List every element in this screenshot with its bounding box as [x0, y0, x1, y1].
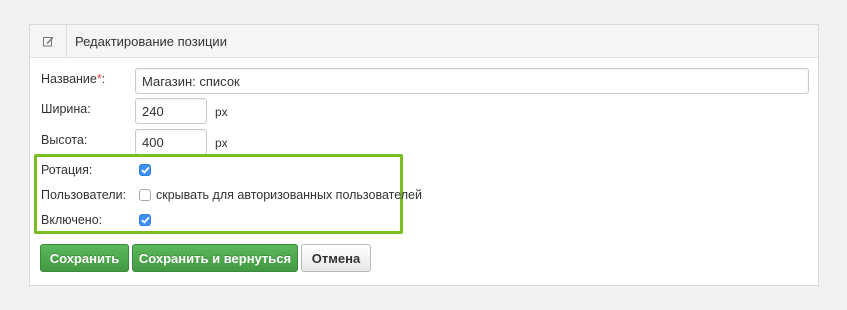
save-button[interactable]: Сохранить [40, 244, 129, 272]
height-unit: px [215, 136, 228, 150]
width-input[interactable] [135, 98, 207, 124]
rotation-checkbox[interactable] [139, 164, 151, 176]
hide-for-authorized-text[interactable]: скрывать для авторизованных пользователе… [156, 188, 422, 202]
width-label: Ширина: [41, 102, 91, 116]
check-icon [140, 166, 150, 174]
check-icon [140, 216, 150, 224]
name-label-colon: : [101, 72, 106, 86]
panel-header: Редактирование позиции [30, 25, 818, 58]
cancel-button[interactable]: Отмена [301, 244, 371, 272]
enabled-label: Включено: [41, 213, 103, 227]
name-input[interactable] [135, 68, 809, 94]
width-unit: px [215, 105, 228, 119]
name-label: Название*: [41, 72, 105, 86]
panel-title: Редактирование позиции [75, 33, 227, 49]
edit-icon [42, 36, 53, 46]
save-and-return-button[interactable]: Сохранить и вернуться [132, 244, 298, 272]
height-input[interactable] [135, 129, 207, 155]
height-label: Высота: [41, 133, 88, 147]
users-label: Пользователи: [41, 188, 127, 202]
rotation-label: Ротация: [41, 163, 93, 177]
hide-for-authorized-checkbox[interactable] [139, 189, 151, 201]
edit-panel: Редактирование позиции Название*: Ширина… [29, 24, 819, 286]
name-label-text: Название [41, 72, 97, 86]
enabled-checkbox[interactable] [139, 214, 151, 226]
panel-header-icon-box [30, 25, 67, 57]
